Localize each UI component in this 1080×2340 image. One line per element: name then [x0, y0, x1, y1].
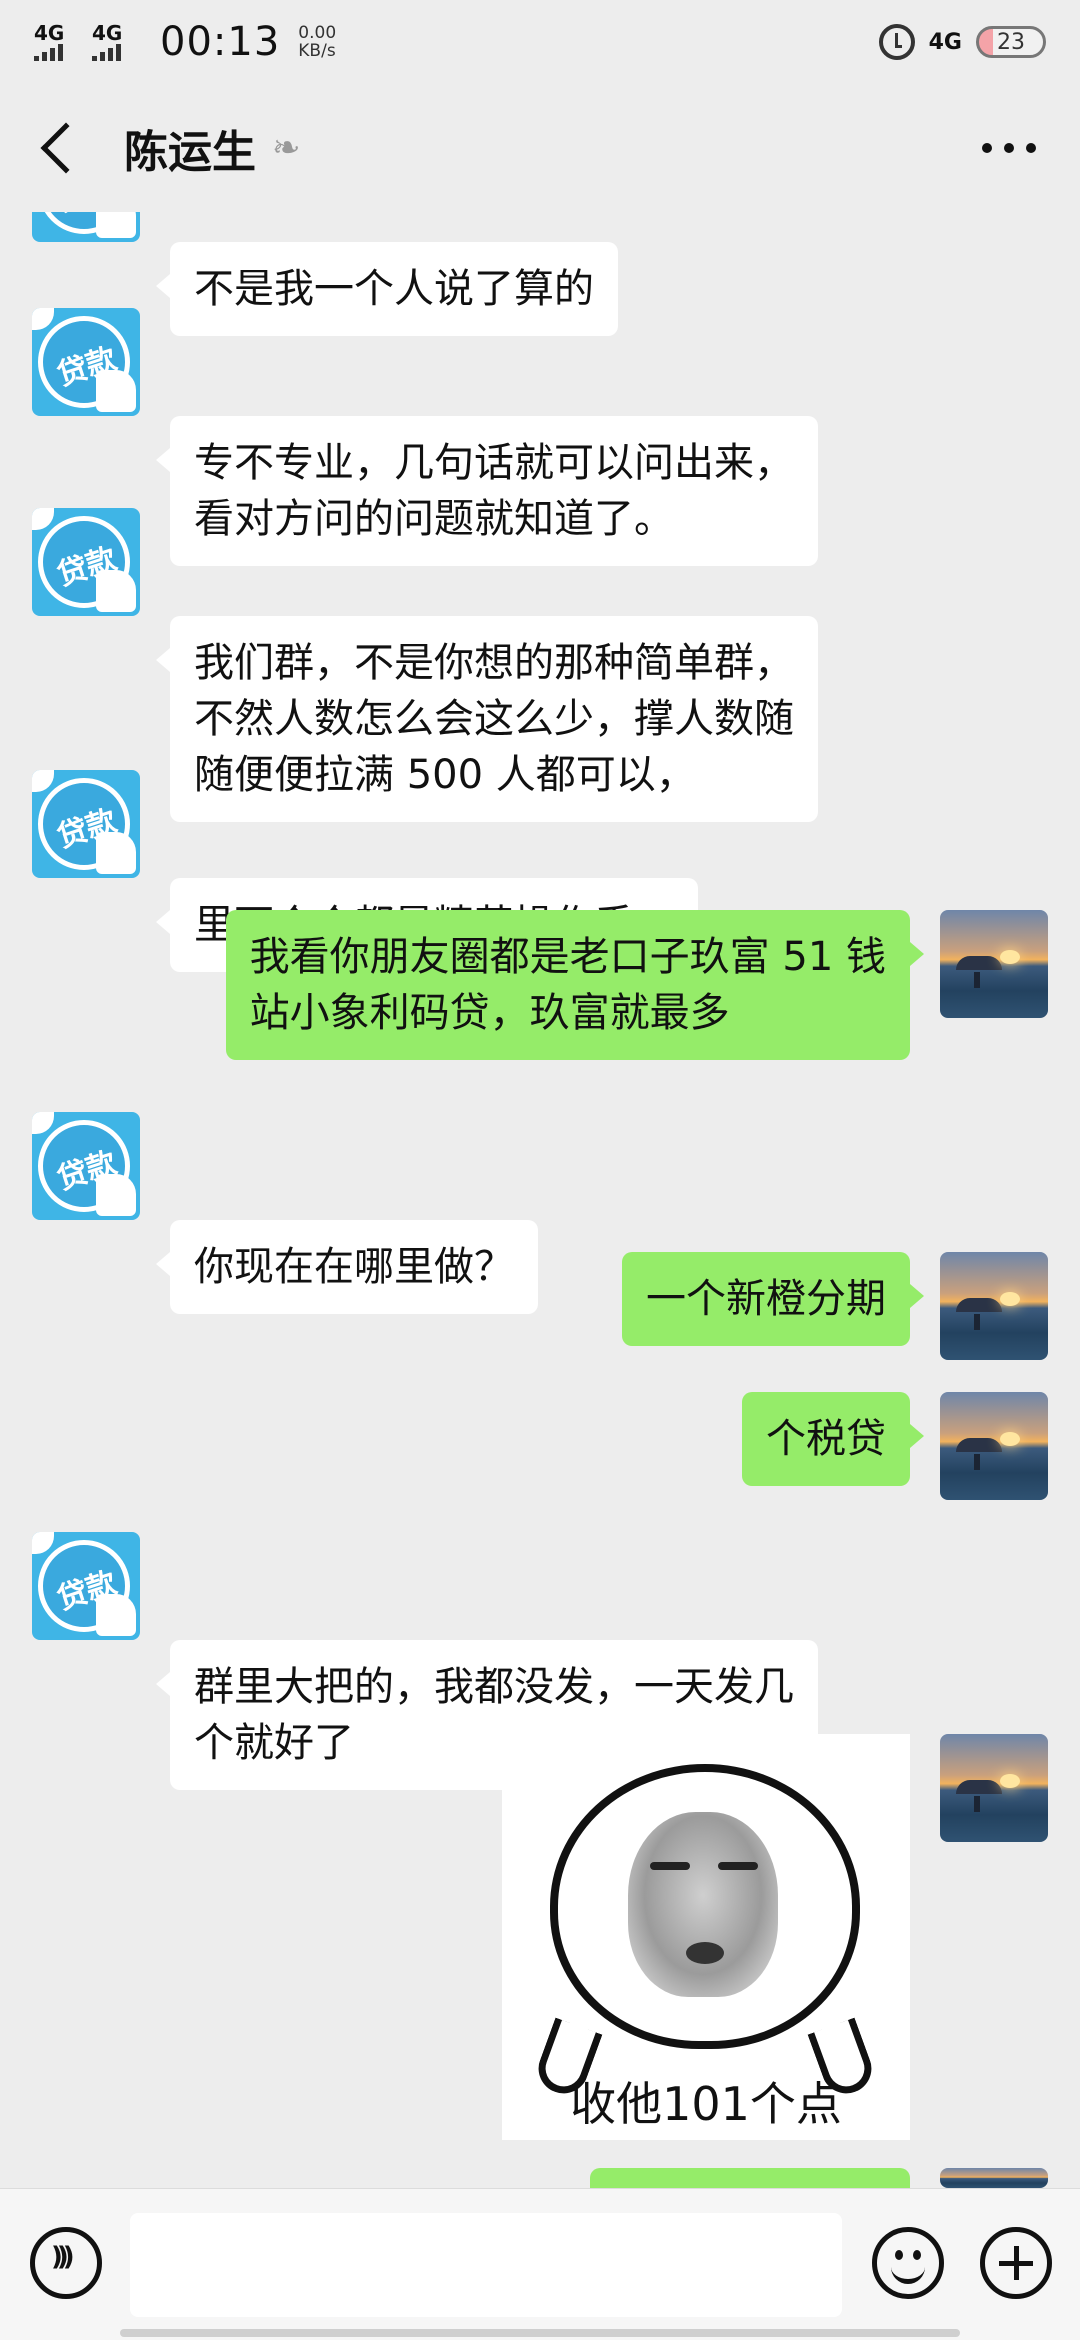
input-bar [0, 2188, 1080, 2340]
my-avatar[interactable] [940, 1392, 1048, 1500]
message-row: 收他101个点 [0, 1734, 1080, 2140]
message-row: 贷款 专不专业，几句话就可以问出来， 看对方问的问题就知道了。 [0, 308, 1080, 566]
message-bubble-outgoing[interactable]: 个税贷 [742, 1392, 924, 1486]
message-row: 我看你朋友圈都是老口子玖富 51 钱 站小象利码贷，玖富就最多 [0, 910, 1080, 1060]
status-bar: 4G 4G 00:13 0.00 KB/s 4G 23 [0, 0, 1080, 84]
sticker-caption: 收他101个点 [570, 2077, 842, 2131]
dot-icon [982, 143, 992, 153]
net-speed-unit: KB/s [298, 41, 336, 61]
chat-messages[interactable]: 贷款 不是我一个人说了算的 贷款 专不专业，几句话就可以问出来， 看对方问的问题… [0, 212, 1080, 2188]
meme-face [550, 1764, 860, 2049]
more-options-button[interactable] [982, 143, 1036, 153]
dot-icon [1004, 143, 1014, 153]
message-bubble-outgoing[interactable]: 一个新橙分期 [622, 1252, 924, 1346]
my-avatar[interactable] [940, 910, 1048, 1018]
contact-avatar[interactable]: 贷款 [32, 770, 140, 878]
message-row: 个税贷 [0, 1392, 1080, 1500]
net-speed-value: 0.00 [298, 23, 337, 43]
message-row: 贷款 里面个个都是精英操作手， [0, 770, 1080, 972]
message-row: 贷款 你现在在哪里做？ [0, 1112, 1080, 1314]
my-avatar[interactable] [940, 1734, 1048, 1842]
battery-level: 23 [997, 29, 1025, 55]
message-row: 一个新橙分期 [0, 1252, 1080, 1360]
my-avatar[interactable] [940, 2168, 1048, 2188]
contact-avatar[interactable]: 贷款 [32, 1532, 140, 1640]
alarm-icon [878, 24, 915, 60]
contact-avatar[interactable]: 贷款 [32, 1112, 140, 1220]
emoji-button[interactable] [872, 2227, 944, 2299]
clock: 00:13 [160, 19, 281, 65]
contact-avatar[interactable]: 贷款 [32, 212, 140, 242]
my-avatar[interactable] [940, 1252, 1048, 1360]
message-input[interactable] [130, 2213, 842, 2317]
message-bubble-outgoing-partial[interactable] [590, 2168, 910, 2188]
contact-avatar[interactable]: 贷款 [32, 508, 140, 616]
contact-avatar[interactable]: 贷款 [32, 308, 140, 416]
net-speed: 0.00 KB/s [298, 24, 336, 60]
message-row: 贷款 不是我一个人说了算的 [0, 212, 1080, 336]
more-functions-button[interactable] [980, 2227, 1052, 2299]
message-row: 贷款 我们群，不是你想的那种简单群， 不然人数怎么会这么少，撑人数随 随便便拉满… [0, 508, 1080, 822]
battery-icon: 23 [976, 26, 1046, 58]
signal-icon-sim1: 4G [34, 23, 80, 61]
gesture-bar [120, 2329, 960, 2337]
sticker-message[interactable]: 收他101个点 [502, 1734, 910, 2140]
back-arrow-icon[interactable] [40, 122, 92, 174]
earpiece-mode-icon: ❧ [272, 128, 301, 168]
message-bubble-outgoing[interactable]: 我看你朋友圈都是老口子玖富 51 钱 站小象利码贷，玖富就最多 [225, 910, 925, 1060]
signal-icon-sim2: 4G [92, 23, 138, 61]
message-row: 贷款 群里大把的，我都没发，一天发几 个就好了 [0, 1532, 1080, 1790]
chat-header: 陈运生 ❧ [0, 84, 1080, 212]
network-type: 4G [928, 29, 962, 55]
message-row [0, 2168, 1080, 2188]
dot-icon [1026, 143, 1036, 153]
page-title: 陈运生 [124, 127, 256, 178]
voice-input-button[interactable] [30, 2227, 102, 2299]
